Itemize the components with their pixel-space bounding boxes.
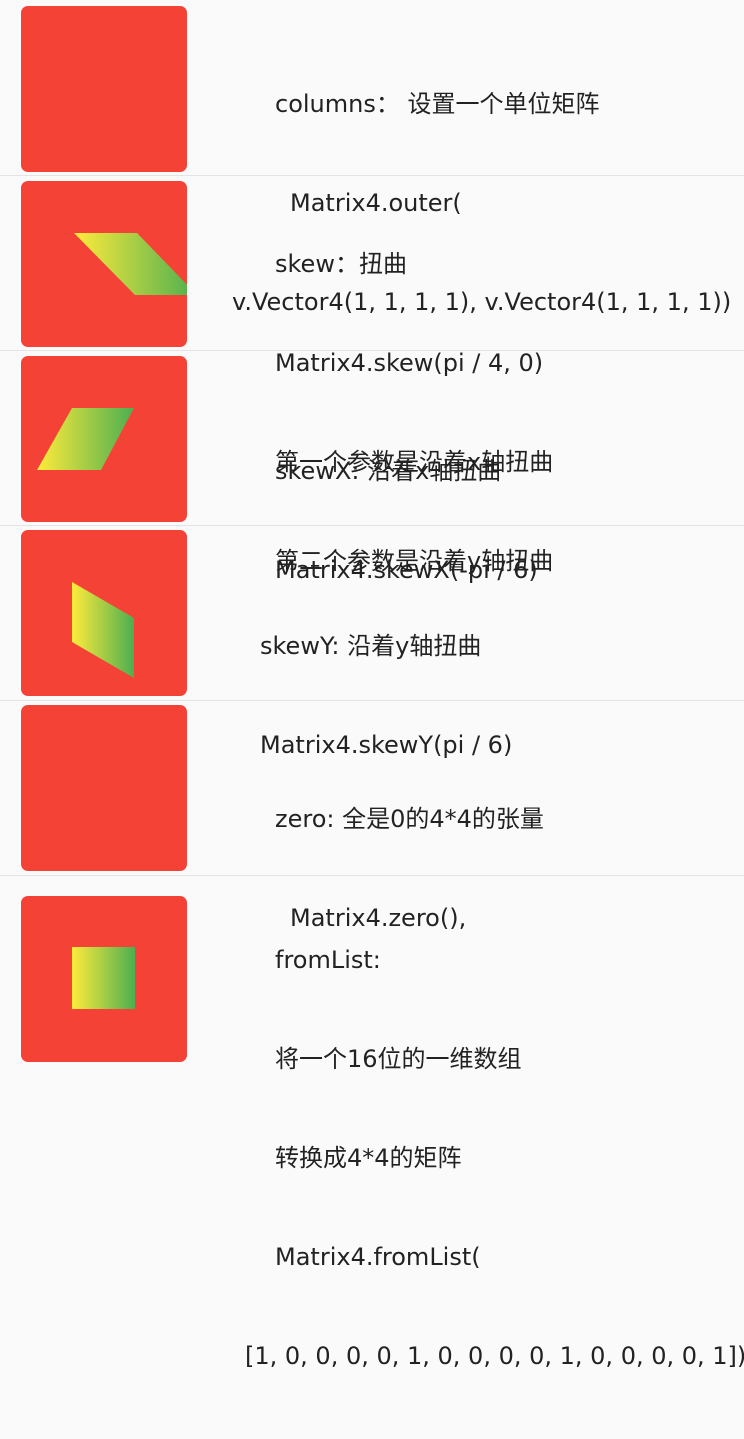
list-item: fromList: 将一个16位的一维数组 转换成4*4的矩阵 Matrix4.… bbox=[0, 876, 744, 1370]
text-line: columns： 设置一个单位矩阵 bbox=[275, 90, 600, 118]
text-line: skewX: 沿着x轴扭曲 bbox=[275, 457, 502, 485]
text-line: 转换成4*4的矩阵 bbox=[275, 1144, 462, 1172]
skewed-shape bbox=[37, 408, 134, 470]
list-item: skewX: 沿着x轴扭曲 Matrix4.skewX(-pi / 6) bbox=[0, 351, 744, 584]
text-line: skewY: 沿着y轴扭曲 bbox=[260, 632, 482, 660]
text-line: zero: 全是0的4*4的张量 bbox=[275, 805, 544, 833]
text-line: [1, 0, 0, 0, 0, 1, 0, 0, 0, 0, 1, 0, 0, … bbox=[245, 1342, 744, 1370]
list-item: skew：扭曲 Matrix4.skew(pi / 4, 0) 第一个参数是沿着… bbox=[0, 176, 744, 575]
list-item: skewY: 沿着y轴扭曲 Matrix4.skewY(pi / 6) bbox=[0, 526, 744, 759]
text-line: fromList: bbox=[275, 946, 381, 974]
list-item: columns： 设置一个单位矩阵 Matrix4.outer( v.Vecto… bbox=[0, 0, 744, 316]
skewed-shape bbox=[72, 582, 134, 678]
skewed-shape bbox=[74, 233, 187, 295]
transform-box bbox=[21, 6, 187, 172]
transform-box bbox=[21, 181, 187, 347]
text-line: 将一个16位的一维数组 bbox=[275, 1045, 522, 1073]
identity-shape bbox=[72, 947, 135, 1009]
transform-box bbox=[21, 896, 187, 1062]
description-text: fromList: 将一个16位的一维数组 转换成4*4的矩阵 Matrix4.… bbox=[245, 878, 744, 1439]
transform-box bbox=[21, 530, 187, 696]
list-item: zero: 全是0的4*4的张量 Matrix4.zero(), bbox=[0, 701, 744, 932]
text-line: Matrix4.fromList( bbox=[275, 1243, 481, 1271]
transform-box bbox=[21, 705, 187, 871]
text-line: skew：扭曲 bbox=[275, 250, 407, 278]
transform-box bbox=[21, 356, 187, 522]
